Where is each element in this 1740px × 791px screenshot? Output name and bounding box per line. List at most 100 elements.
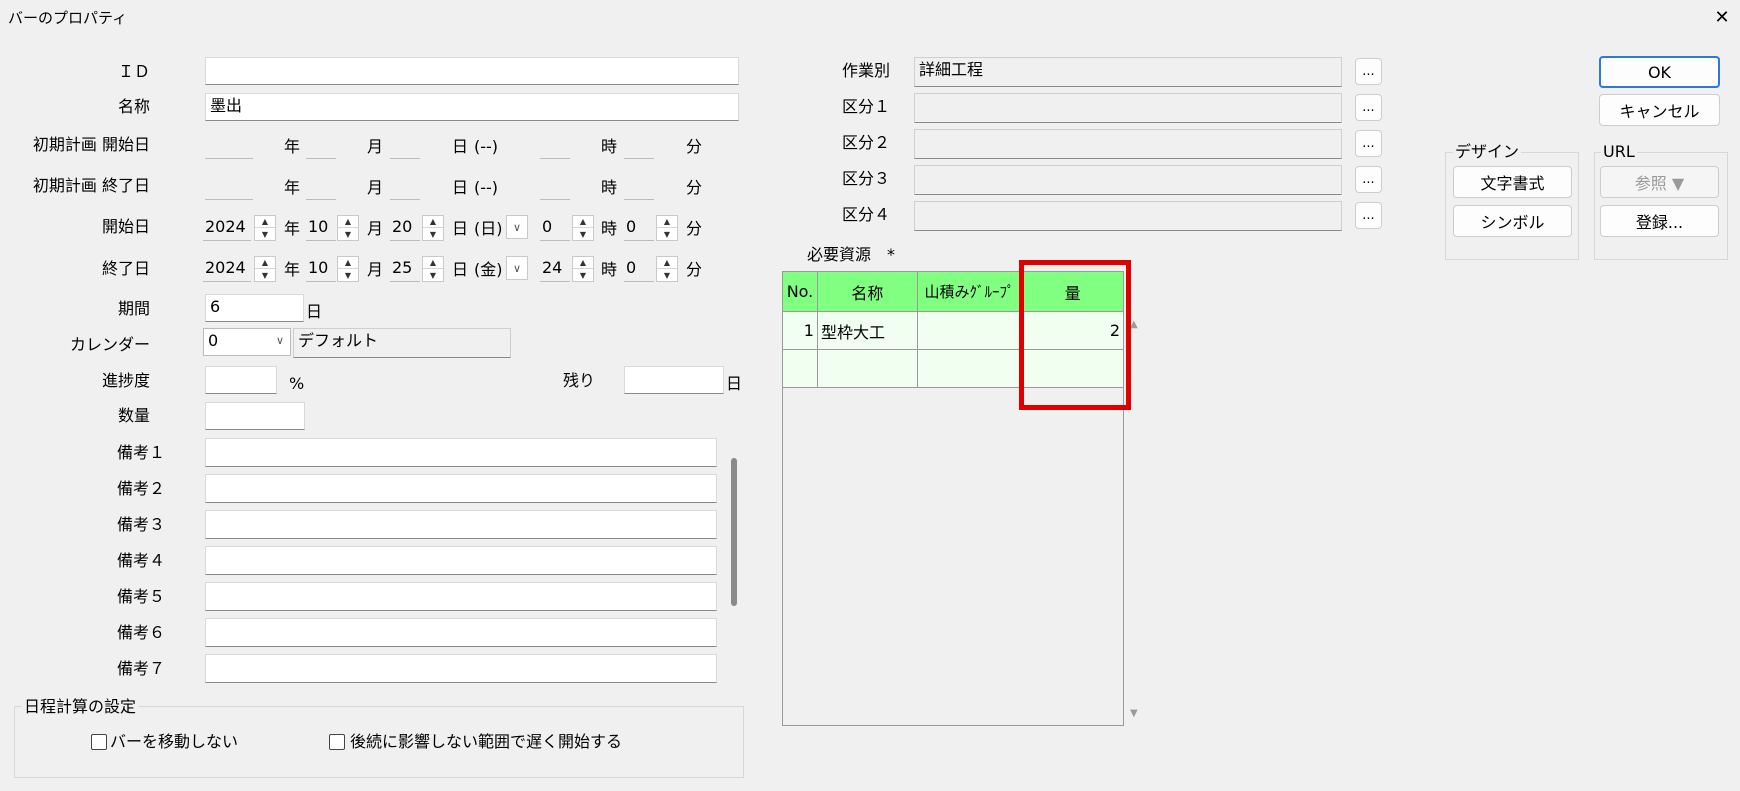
text-format-button[interactable]: 文字書式 (1453, 166, 1572, 198)
initial-start-month[interactable] (306, 133, 336, 159)
chevron-down-icon[interactable]: ∨ (276, 329, 284, 353)
spin-down-icon[interactable]: ▼ (657, 228, 677, 240)
note-field[interactable] (205, 618, 717, 647)
spin-up-icon[interactable]: ▲ (255, 216, 275, 228)
division1-browse-button[interactable]: ... (1355, 94, 1382, 121)
spin-up-icon[interactable]: ▲ (573, 257, 593, 269)
end-day-spinner[interactable]: ▲ ▼ (422, 256, 444, 282)
cancel-button[interactable]: キャンセル (1599, 94, 1720, 126)
end-min-field[interactable]: 0 (624, 256, 654, 282)
remain-field[interactable] (624, 366, 724, 394)
initial-start-year-unit: 年 (284, 137, 301, 156)
notes-scrollbar-thumb[interactable] (731, 458, 737, 606)
start-hour-field[interactable]: 0 (540, 215, 570, 241)
grid-cell-group[interactable] (916, 311, 1023, 350)
spin-down-icon[interactable]: ▼ (255, 228, 275, 240)
end-month-spinner[interactable]: ▲ ▼ (337, 256, 359, 282)
calendar-select[interactable]: 0 ∨ (203, 328, 291, 356)
grid-cell-no[interactable]: 1 (782, 311, 818, 350)
spin-down-icon[interactable]: ▼ (657, 269, 677, 281)
division2-browse-button[interactable]: ... (1355, 130, 1382, 157)
spin-down-icon[interactable]: ▼ (338, 269, 358, 281)
spin-down-icon[interactable]: ▼ (573, 269, 593, 281)
initial-end-hour[interactable] (540, 174, 570, 200)
note-field[interactable] (205, 582, 717, 611)
division4-browse-button[interactable]: ... (1355, 202, 1382, 229)
end-hour-field[interactable]: 24 (540, 256, 570, 282)
spin-up-icon[interactable]: ▲ (255, 257, 275, 269)
spin-down-icon[interactable]: ▼ (423, 228, 443, 240)
chevron-down-icon[interactable]: ∨ (506, 256, 528, 280)
note-field[interactable] (205, 474, 717, 503)
grid-header-no[interactable]: No. (782, 271, 818, 312)
scroll-up-icon[interactable]: ▲ (1130, 319, 1138, 330)
no-move-checkbox[interactable] (91, 734, 107, 750)
spin-up-icon[interactable]: ▲ (573, 216, 593, 228)
spin-down-icon[interactable]: ▼ (255, 269, 275, 281)
spin-up-icon[interactable]: ▲ (338, 257, 358, 269)
period-field[interactable]: 6 (205, 294, 304, 322)
start-day-spinner[interactable]: ▲ ▼ (422, 215, 444, 241)
note-field[interactable] (205, 510, 717, 539)
chevron-down-icon[interactable]: ∨ (506, 215, 528, 239)
start-year-spinner[interactable]: ▲ ▼ (254, 215, 276, 241)
initial-start-hour[interactable] (540, 133, 570, 159)
end-month-field[interactable]: 10 (306, 256, 336, 282)
name-field[interactable]: 墨出 (205, 93, 739, 121)
end-day-field[interactable]: 25 (390, 256, 420, 282)
initial-end-day[interactable] (390, 174, 420, 200)
initial-end-min-unit: 分 (686, 178, 703, 197)
url-register-button[interactable]: 登録... (1600, 205, 1719, 237)
note-field[interactable] (205, 546, 717, 575)
symbol-button[interactable]: シンボル (1453, 205, 1572, 237)
start-year-field[interactable]: 2024 (203, 215, 251, 241)
spin-up-icon[interactable]: ▲ (657, 257, 677, 269)
spin-down-icon[interactable]: ▼ (573, 228, 593, 240)
spin-up-icon[interactable]: ▲ (657, 216, 677, 228)
start-year-unit: 年 (284, 219, 301, 238)
grid-cell-group[interactable] (916, 349, 1023, 388)
spin-up-icon[interactable]: ▲ (423, 216, 443, 228)
url-browse-button[interactable]: 参照 ▼ (1600, 166, 1719, 198)
note-field[interactable] (205, 654, 717, 683)
end-weekday: (金) (474, 260, 503, 279)
quantity-field[interactable] (205, 402, 305, 430)
work-type-browse-button[interactable]: ... (1355, 58, 1382, 85)
spin-down-icon[interactable]: ▼ (423, 269, 443, 281)
start-min-spinner[interactable]: ▲ ▼ (656, 215, 678, 241)
start-day-field[interactable]: 20 (390, 215, 420, 241)
late-start-checkbox[interactable] (329, 734, 345, 750)
close-icon[interactable]: ✕ (1708, 4, 1736, 32)
division3-browse-button[interactable]: ... (1355, 166, 1382, 193)
end-year-spinner[interactable]: ▲ ▼ (254, 256, 276, 282)
grid-cell-no[interactable] (782, 349, 818, 388)
spin-up-icon[interactable]: ▲ (338, 216, 358, 228)
end-min-spinner[interactable]: ▲ ▼ (656, 256, 678, 282)
qty-column-highlight (1019, 260, 1131, 410)
start-month-spinner[interactable]: ▲ ▼ (337, 215, 359, 241)
ok-button[interactable]: OK (1599, 56, 1720, 88)
start-month-field[interactable]: 10 (306, 215, 336, 241)
grid-header-name[interactable]: 名称 (816, 271, 918, 312)
spin-up-icon[interactable]: ▲ (423, 257, 443, 269)
initial-start-day[interactable] (390, 133, 420, 159)
initial-end-year[interactable] (205, 174, 253, 200)
grid-cell-name[interactable]: 型枠大工 (816, 311, 918, 350)
note-label: 備考３ (116, 515, 165, 534)
end-year-field[interactable]: 2024 (203, 256, 251, 282)
initial-start-min[interactable] (624, 133, 654, 159)
initial-end-min[interactable] (624, 174, 654, 200)
end-hour-spinner[interactable]: ▲ ▼ (572, 256, 594, 282)
scroll-down-icon[interactable]: ▼ (1130, 708, 1138, 719)
spin-down-icon[interactable]: ▼ (338, 228, 358, 240)
initial-start-year[interactable] (205, 133, 253, 159)
initial-end-month[interactable] (306, 174, 336, 200)
id-field[interactable] (205, 57, 739, 85)
grid-header-group[interactable]: 山積みｸﾞﾙｰﾌﾟ (916, 271, 1023, 312)
end-label: 終了日 (101, 259, 150, 278)
progress-field[interactable] (205, 366, 277, 394)
note-field[interactable] (205, 438, 717, 467)
start-hour-spinner[interactable]: ▲ ▼ (572, 215, 594, 241)
start-min-field[interactable]: 0 (624, 215, 654, 241)
grid-cell-name[interactable] (816, 349, 918, 388)
